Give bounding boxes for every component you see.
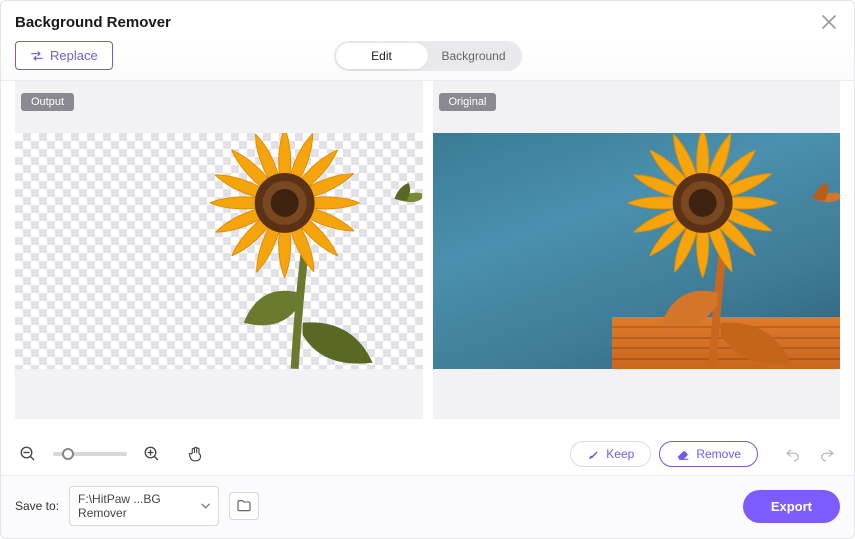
chevron-down-icon [201, 501, 210, 511]
original-panel: Original [433, 81, 841, 419]
header-bar: Background Remover [1, 1, 854, 37]
save-path-value: F:\HitPaw ...BG Remover [78, 492, 201, 520]
brush-icon [587, 448, 600, 461]
original-image[interactable] [433, 133, 841, 369]
output-tag: Output [21, 93, 74, 111]
window-title: Background Remover [15, 14, 171, 31]
sunflower-cutout [15, 133, 422, 369]
remove-button[interactable]: Remove [659, 441, 758, 467]
tab-background[interactable]: Background [428, 43, 520, 69]
bottom-toolbar: Keep Remove [1, 441, 854, 475]
open-folder-button[interactable] [229, 492, 259, 520]
output-image[interactable] [15, 133, 423, 369]
footer-bar: Save to: F:\HitPaw ...BG Remover Export [1, 475, 854, 538]
zoom-slider[interactable] [53, 452, 127, 456]
zoom-in-icon [143, 445, 161, 463]
zoom-out-button[interactable] [15, 441, 41, 467]
eraser-icon [676, 447, 690, 461]
zoom-out-icon [19, 445, 37, 463]
remove-label: Remove [696, 447, 741, 461]
zoom-thumb[interactable] [62, 448, 74, 460]
tab-edit[interactable]: Edit [336, 43, 428, 69]
zoom-in-button[interactable] [139, 441, 165, 467]
redo-button[interactable] [814, 441, 840, 467]
close-icon [822, 15, 836, 29]
save-path-select[interactable]: F:\HitPaw ...BG Remover [69, 486, 219, 526]
swap-icon [30, 49, 44, 63]
close-button[interactable] [818, 11, 840, 33]
pan-button[interactable] [183, 441, 209, 467]
original-tag: Original [439, 93, 497, 111]
mode-segmented-control: Edit Background [334, 41, 522, 71]
hand-icon [187, 445, 205, 463]
save-to-label: Save to: [15, 499, 59, 513]
undo-button[interactable] [780, 441, 806, 467]
replace-button[interactable]: Replace [15, 41, 113, 70]
redo-icon [818, 445, 836, 463]
background-remover-window: Background Remover Replace Edit Backgrou… [0, 0, 855, 539]
export-button[interactable]: Export [743, 490, 840, 523]
export-label: Export [771, 499, 812, 514]
keep-button[interactable]: Keep [570, 441, 651, 467]
top-toolbar: Replace Edit Background [1, 37, 854, 81]
preview-area: Output [1, 81, 854, 441]
undo-icon [784, 445, 802, 463]
replace-label: Replace [50, 48, 98, 63]
folder-icon [236, 498, 252, 514]
output-panel: Output [15, 81, 423, 419]
keep-label: Keep [606, 447, 634, 461]
sunflower-original [433, 133, 840, 369]
